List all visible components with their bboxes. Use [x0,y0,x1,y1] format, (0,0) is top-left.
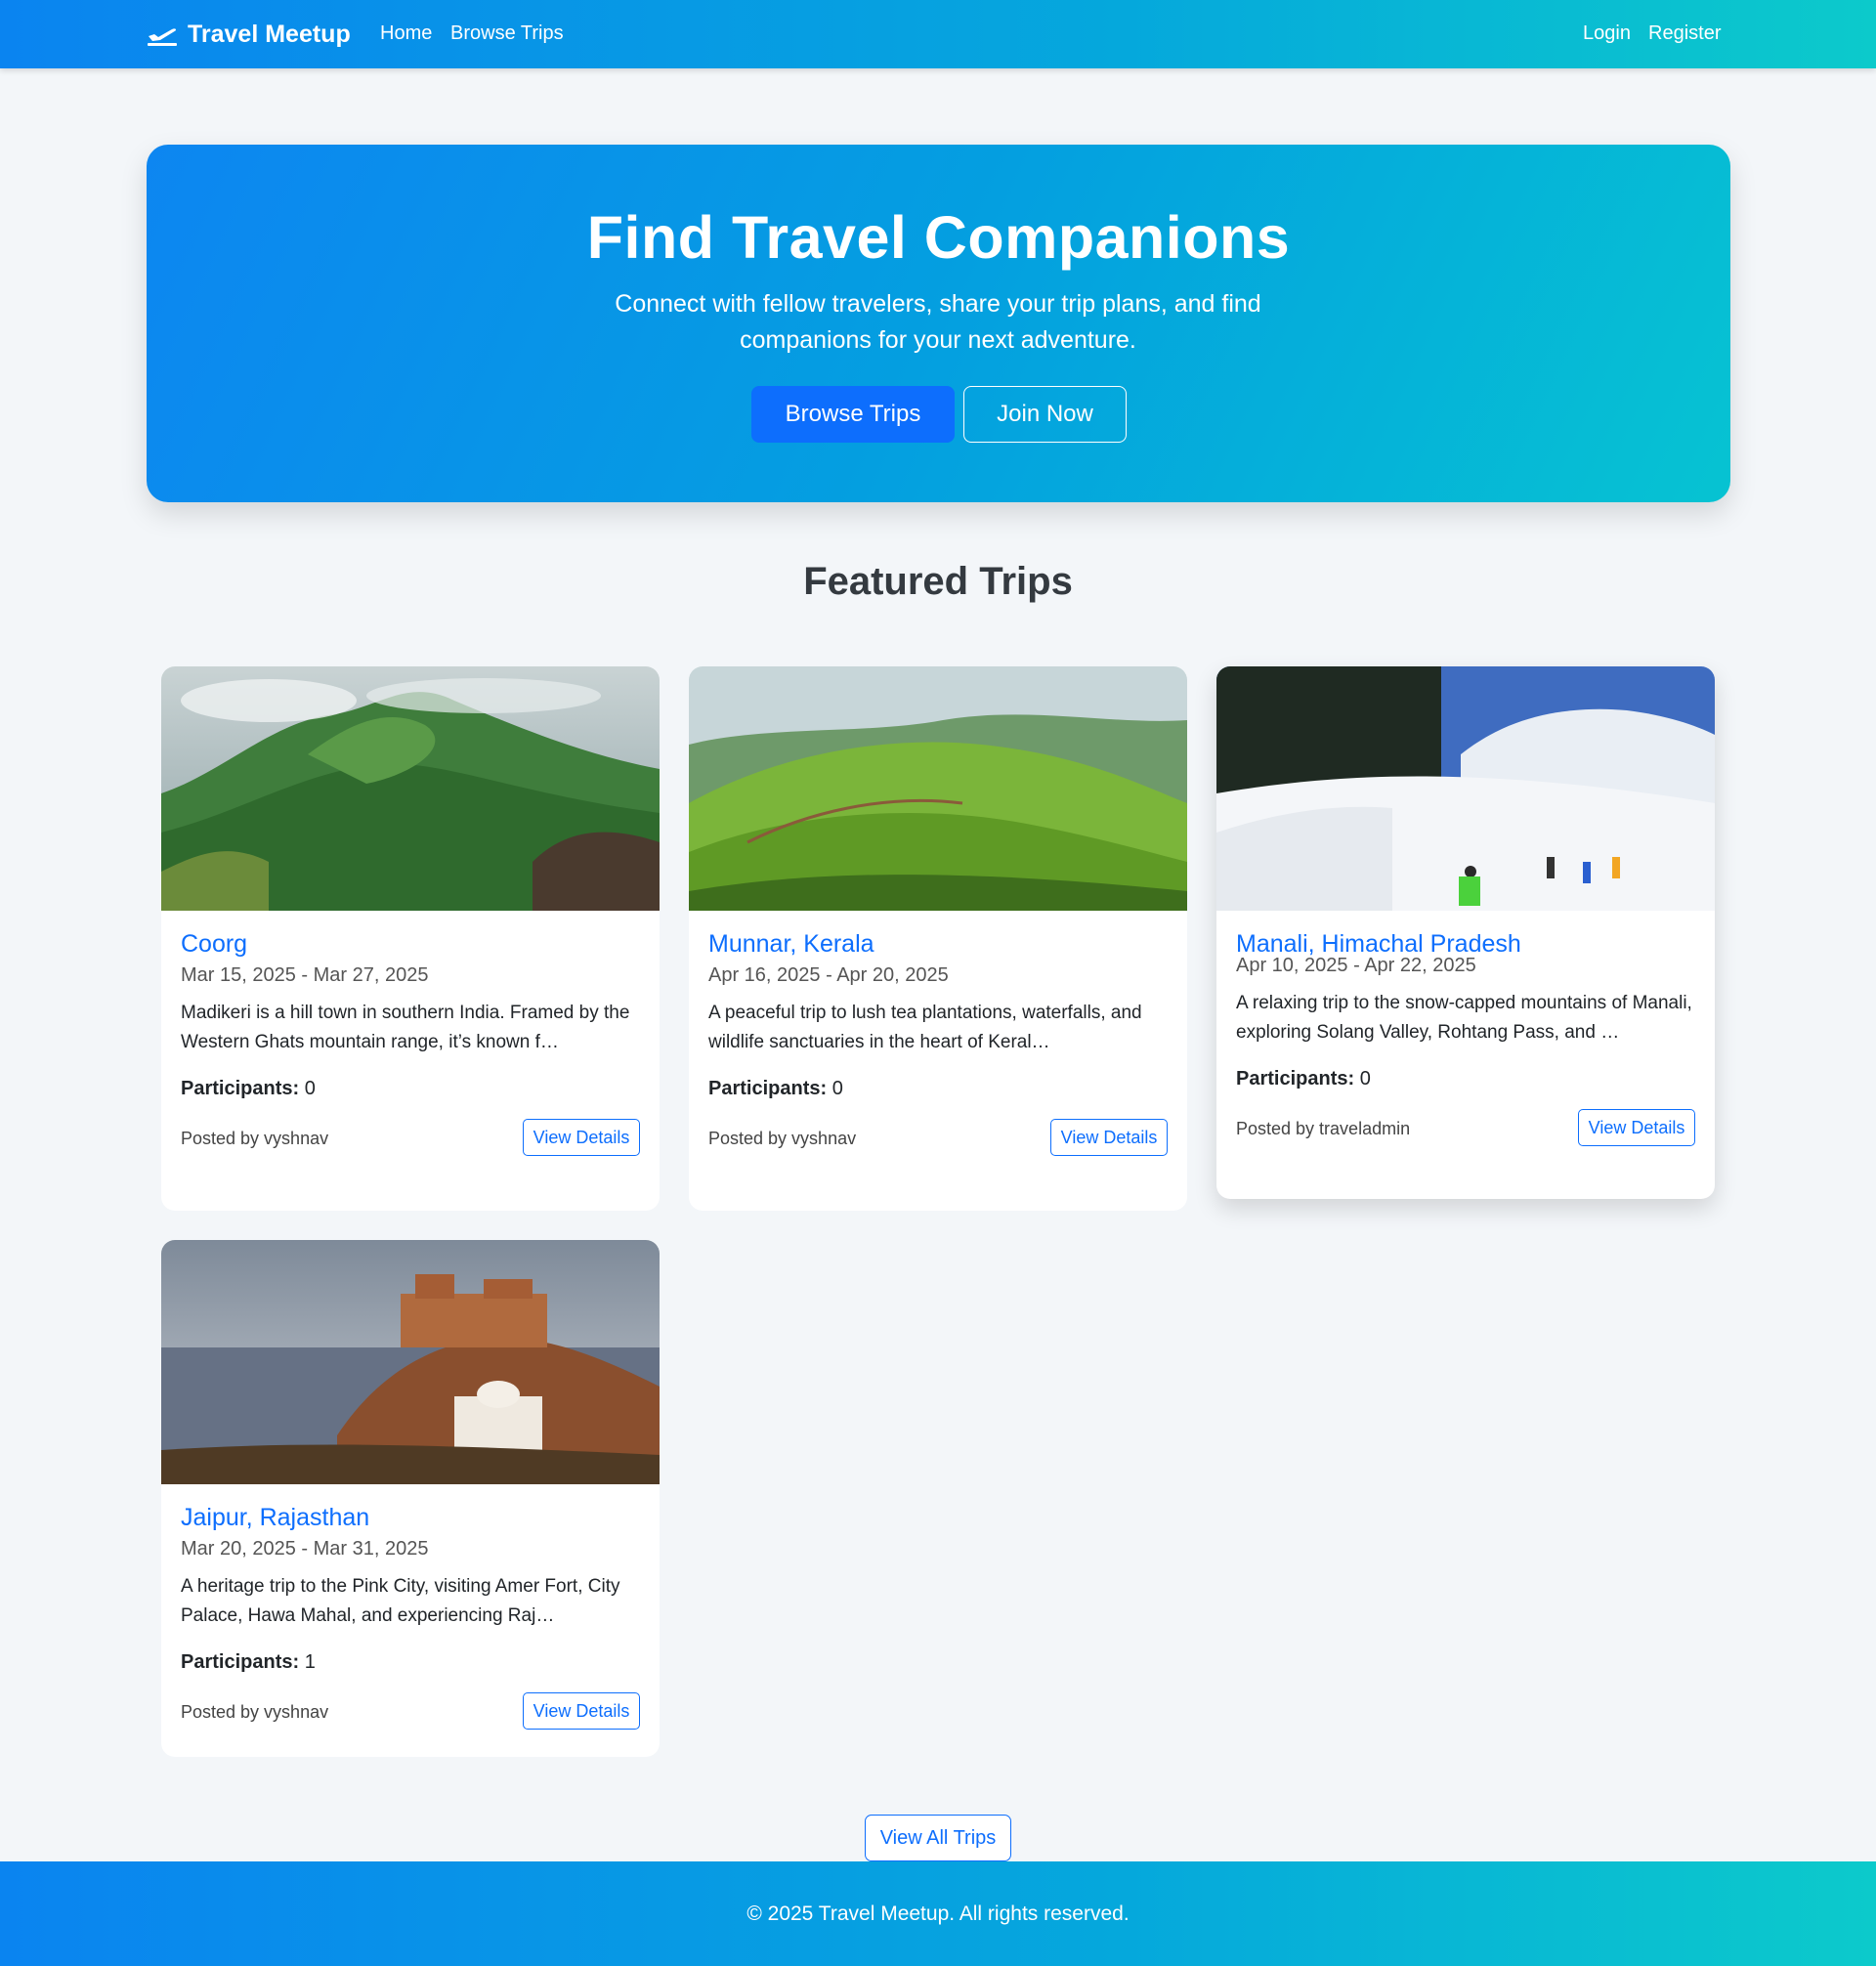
trip-dates: Apr 10, 2025 - Apr 22, 2025 [1236,955,1476,976]
participants-count: 0 [831,1078,843,1099]
nav-home[interactable]: Home [380,22,432,45]
trip-description: A heritage trip to the Pink City, visiti… [181,1576,620,1626]
trip-title-link[interactable]: Coorg [181,930,640,959]
trip-participants: Participants: 0 [1236,1068,1695,1090]
trip-title-link[interactable]: Jaipur, Rajasthan [181,1504,640,1532]
trip-image [161,666,660,911]
posted-by: Posted by vyshnav [181,1702,329,1722]
trip-title-link[interactable]: Munnar, Kerala [708,930,1168,959]
trip-dates: Mar 20, 2025 - Mar 31, 2025 [181,1538,429,1560]
footer: © 2025 Travel Meetup. All rights reserve… [0,1861,1876,1966]
trip-image [1216,666,1715,911]
footer-copyright: © 2025 Travel Meetup. All rights reserve… [746,1902,1130,1925]
navbar: Travel Meetup Home Browse Trips Login Re… [0,0,1876,68]
plane-icon [148,28,177,46]
trip-participants: Participants: 0 [708,1078,1168,1100]
posted-by: Posted by vyshnav [181,1129,329,1148]
trip-description: A peaceful trip to lush tea plantations,… [708,1003,1142,1052]
participants-count: 1 [304,1651,316,1673]
view-details-button[interactable]: View Details [1050,1119,1168,1156]
trip-description: Madikeri is a hill town in southern Indi… [181,1003,630,1052]
trip-participants: Participants: 0 [181,1078,640,1100]
trip-card: Jaipur, Rajasthan Mar 20, 2025 - Mar 31,… [161,1240,660,1757]
trip-dates: Apr 16, 2025 - Apr 20, 2025 [708,964,949,986]
participants-label: Participants: [1236,1068,1355,1090]
hero-subtitle: Connect with fellow travelers, share you… [615,290,1261,354]
view-all-trips-button[interactable]: View All Trips [865,1815,1011,1861]
trip-description: A relaxing trip to the snow-capped mount… [1236,993,1692,1043]
participants-label: Participants: [181,1651,300,1673]
trip-card: Coorg Mar 15, 2025 - Mar 27, 2025 Madike… [161,666,660,1211]
nav-register[interactable]: Register [1648,22,1721,45]
trip-dates: Mar 15, 2025 - Mar 27, 2025 [181,964,429,986]
hero-banner: Find Travel Companions Connect with fell… [147,145,1730,502]
trip-image [161,1240,660,1484]
posted-by: Posted by vyshnav [708,1129,857,1148]
nav-login[interactable]: Login [1583,22,1631,45]
brand-link[interactable]: Travel Meetup [147,19,351,50]
participants-label: Participants: [181,1078,300,1099]
participants-count: 0 [304,1078,316,1099]
posted-by: Posted by traveladmin [1236,1119,1411,1138]
trip-card: Munnar, Kerala Apr 16, 2025 - Apr 20, 20… [689,666,1187,1211]
view-details-button[interactable]: View Details [523,1692,640,1730]
browse-trips-button[interactable]: Browse Trips [751,386,955,443]
featured-trips-title: Featured Trips [803,560,1073,603]
view-details-button[interactable]: View Details [523,1119,640,1156]
view-details-button[interactable]: View Details [1578,1109,1695,1146]
participants-count: 0 [1359,1068,1371,1090]
brand-name: Travel Meetup [188,20,351,48]
join-now-button[interactable]: Join Now [963,386,1127,443]
nav-browse-trips[interactable]: Browse Trips [450,22,564,45]
hero-title: Find Travel Companions [586,204,1291,271]
trip-image [689,666,1187,911]
trip-participants: Participants: 1 [181,1651,640,1674]
participants-label: Participants: [708,1078,828,1099]
trip-card: Manali, Himachal Pradesh Apr 10, 2025 - … [1216,666,1715,1199]
